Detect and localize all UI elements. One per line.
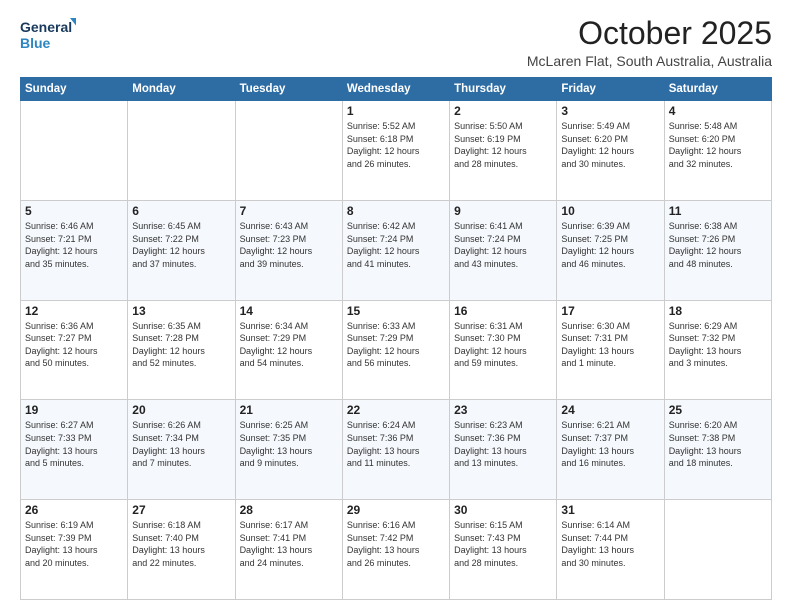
table-row: 13Sunrise: 6:35 AMSunset: 7:28 PMDayligh…	[128, 300, 235, 400]
table-row: 25Sunrise: 6:20 AMSunset: 7:38 PMDayligh…	[664, 400, 771, 500]
table-row: 5Sunrise: 6:46 AMSunset: 7:21 PMDaylight…	[21, 200, 128, 300]
table-row	[235, 101, 342, 201]
table-row	[128, 101, 235, 201]
table-row: 26Sunrise: 6:19 AMSunset: 7:39 PMDayligh…	[21, 500, 128, 600]
table-row	[664, 500, 771, 600]
table-row: 4Sunrise: 5:48 AMSunset: 6:20 PMDaylight…	[664, 101, 771, 201]
table-row: 17Sunrise: 6:30 AMSunset: 7:31 PMDayligh…	[557, 300, 664, 400]
table-row: 10Sunrise: 6:39 AMSunset: 7:25 PMDayligh…	[557, 200, 664, 300]
logo: General Blue	[20, 16, 76, 54]
weekday-monday: Monday	[128, 78, 235, 101]
table-row: 2Sunrise: 5:50 AMSunset: 6:19 PMDaylight…	[450, 101, 557, 201]
table-row: 18Sunrise: 6:29 AMSunset: 7:32 PMDayligh…	[664, 300, 771, 400]
table-row: 22Sunrise: 6:24 AMSunset: 7:36 PMDayligh…	[342, 400, 449, 500]
table-row: 16Sunrise: 6:31 AMSunset: 7:30 PMDayligh…	[450, 300, 557, 400]
table-row: 23Sunrise: 6:23 AMSunset: 7:36 PMDayligh…	[450, 400, 557, 500]
weekday-thursday: Thursday	[450, 78, 557, 101]
table-row: 12Sunrise: 6:36 AMSunset: 7:27 PMDayligh…	[21, 300, 128, 400]
weekday-tuesday: Tuesday	[235, 78, 342, 101]
table-row: 29Sunrise: 6:16 AMSunset: 7:42 PMDayligh…	[342, 500, 449, 600]
table-row: 24Sunrise: 6:21 AMSunset: 7:37 PMDayligh…	[557, 400, 664, 500]
svg-text:General: General	[20, 19, 72, 35]
table-row: 14Sunrise: 6:34 AMSunset: 7:29 PMDayligh…	[235, 300, 342, 400]
table-row: 9Sunrise: 6:41 AMSunset: 7:24 PMDaylight…	[450, 200, 557, 300]
table-row: 3Sunrise: 5:49 AMSunset: 6:20 PMDaylight…	[557, 101, 664, 201]
table-row: 31Sunrise: 6:14 AMSunset: 7:44 PMDayligh…	[557, 500, 664, 600]
table-row: 30Sunrise: 6:15 AMSunset: 7:43 PMDayligh…	[450, 500, 557, 600]
table-row	[21, 101, 128, 201]
weekday-wednesday: Wednesday	[342, 78, 449, 101]
weekday-saturday: Saturday	[664, 78, 771, 101]
table-row: 11Sunrise: 6:38 AMSunset: 7:26 PMDayligh…	[664, 200, 771, 300]
weekday-sunday: Sunday	[21, 78, 128, 101]
weekday-friday: Friday	[557, 78, 664, 101]
calendar-table: Sunday Monday Tuesday Wednesday Thursday…	[20, 77, 772, 600]
table-row: 27Sunrise: 6:18 AMSunset: 7:40 PMDayligh…	[128, 500, 235, 600]
table-row: 21Sunrise: 6:25 AMSunset: 7:35 PMDayligh…	[235, 400, 342, 500]
table-row: 19Sunrise: 6:27 AMSunset: 7:33 PMDayligh…	[21, 400, 128, 500]
calendar-title: October 2025	[527, 16, 772, 51]
table-row: 28Sunrise: 6:17 AMSunset: 7:41 PMDayligh…	[235, 500, 342, 600]
calendar-subtitle: McLaren Flat, South Australia, Australia	[527, 53, 772, 69]
table-row: 20Sunrise: 6:26 AMSunset: 7:34 PMDayligh…	[128, 400, 235, 500]
svg-text:Blue: Blue	[20, 35, 51, 51]
table-row: 1Sunrise: 5:52 AMSunset: 6:18 PMDaylight…	[342, 101, 449, 201]
table-row: 6Sunrise: 6:45 AMSunset: 7:22 PMDaylight…	[128, 200, 235, 300]
table-row: 8Sunrise: 6:42 AMSunset: 7:24 PMDaylight…	[342, 200, 449, 300]
table-row: 7Sunrise: 6:43 AMSunset: 7:23 PMDaylight…	[235, 200, 342, 300]
table-row: 15Sunrise: 6:33 AMSunset: 7:29 PMDayligh…	[342, 300, 449, 400]
